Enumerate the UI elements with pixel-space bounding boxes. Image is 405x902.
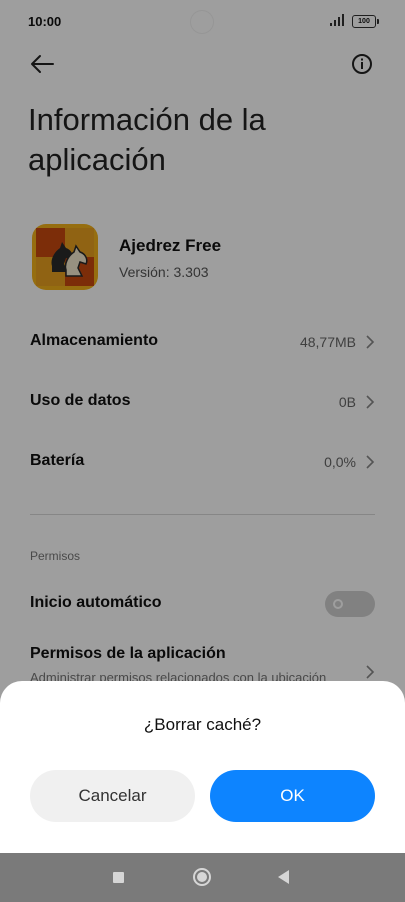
ok-button[interactable]: OK [210,770,375,822]
back-triangle-icon[interactable] [278,870,289,884]
cancel-button[interactable]: Cancelar [30,770,195,822]
app-info-screen: 10:00 100 Información de la aplicación A… [0,0,405,902]
home-icon[interactable] [193,868,211,886]
recent-apps-icon[interactable] [113,872,124,883]
dialog-title: ¿Borrar caché? [143,715,262,734]
navigation-bar [0,853,405,902]
